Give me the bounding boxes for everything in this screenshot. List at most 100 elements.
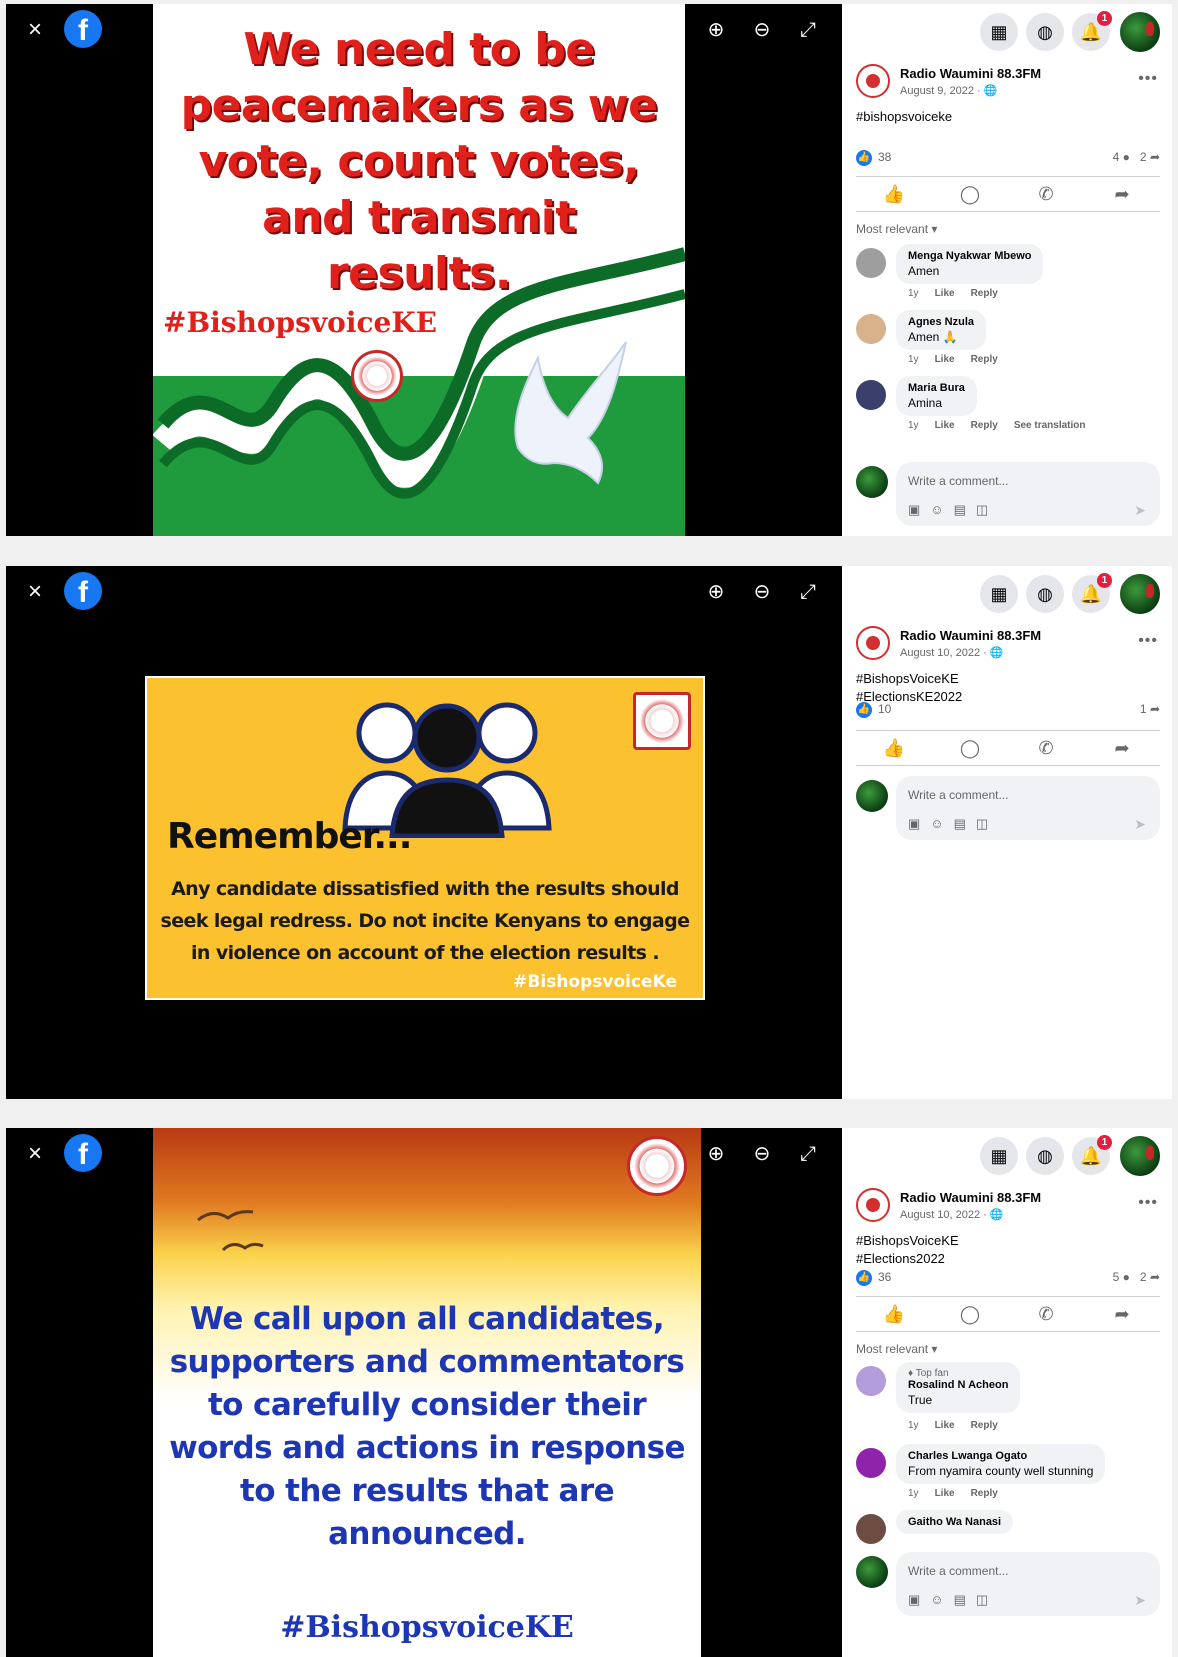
comment-time[interactable]: 1y (908, 420, 919, 431)
send-icon[interactable]: ➤ (1134, 1592, 1146, 1609)
like-icon[interactable]: 👍 (874, 1304, 914, 1325)
comment-time[interactable]: 1y (908, 1420, 919, 1431)
comment-time[interactable]: 1y (908, 354, 919, 365)
comment-sort[interactable]: Most relevant ▾ (856, 222, 937, 236)
my-avatar[interactable] (856, 466, 888, 498)
comment-reply-button[interactable]: Reply (971, 420, 998, 431)
comment-count[interactable]: 5 (1113, 1270, 1120, 1284)
sticker-icon[interactable]: ◫ (976, 1592, 988, 1608)
comment-input[interactable]: Write a comment... ▣ ☺ ▤ ◫ ➤ (896, 776, 1160, 840)
more-options-icon[interactable]: ••• (1138, 1194, 1158, 1212)
zoom-in-icon[interactable]: ⊕ (702, 18, 730, 42)
close-icon[interactable]: × (28, 580, 42, 604)
close-icon[interactable]: × (28, 18, 42, 42)
zoom-in-icon[interactable]: ⊕ (702, 580, 730, 604)
more-options-icon[interactable]: ••• (1138, 632, 1158, 650)
comment-like-button[interactable]: Like (935, 288, 955, 299)
send-icon[interactable]: ➤ (1134, 816, 1146, 833)
more-options-icon[interactable]: ••• (1138, 70, 1158, 88)
my-avatar[interactable] (856, 780, 888, 812)
comment-reply-button[interactable]: Reply (971, 1420, 998, 1431)
commenter-name[interactable]: Maria Bura (908, 382, 965, 394)
comment-like-button[interactable]: Like (935, 354, 955, 365)
comment-time[interactable]: 1y (908, 288, 919, 299)
commenter-avatar[interactable] (856, 380, 886, 410)
comment-input[interactable]: Write a comment... ▣ ☺ ▤ ◫ ➤ (896, 1552, 1160, 1616)
fullscreen-icon[interactable]: ⤢ (794, 580, 822, 604)
share-count[interactable]: 2 (1140, 150, 1147, 164)
avatar-sticker-icon[interactable]: ▣ (908, 1592, 920, 1608)
page-name[interactable]: Radio Waumini 88.3FM (900, 66, 1041, 81)
zoom-in-icon[interactable]: ⊕ (702, 1142, 730, 1166)
caption-hashtag[interactable]: #Elections2022 (856, 1250, 959, 1268)
commenter-name[interactable]: Menga Nyakwar Mbewo (908, 250, 1031, 262)
like-icon[interactable]: 👍 (874, 738, 914, 759)
page-avatar[interactable] (856, 626, 890, 660)
bell-icon[interactable]: 🔔 1 (1072, 1135, 1112, 1175)
send-icon[interactable]: ➤ (1134, 502, 1146, 519)
share-icon[interactable]: ➦ (1102, 184, 1142, 205)
post-date[interactable]: August 9, 2022 · 🌐 (900, 84, 997, 97)
facebook-logo-icon[interactable]: f (64, 572, 102, 610)
commenter-name[interactable]: Rosalind N Acheon (908, 1379, 1008, 1391)
account-avatar[interactable] (1118, 10, 1162, 54)
like-count[interactable]: 38 (878, 150, 891, 164)
menu-grid-icon[interactable]: ▦ (980, 1137, 1018, 1175)
gif-icon[interactable]: ▤ (954, 816, 966, 832)
menu-grid-icon[interactable]: ▦ (980, 575, 1018, 613)
bell-icon[interactable]: 🔔 1 (1072, 573, 1112, 613)
commenter-name[interactable]: Agnes Nzula (908, 316, 974, 328)
page-avatar[interactable] (856, 64, 890, 98)
sticker-icon[interactable]: ◫ (976, 816, 988, 832)
like-icon[interactable]: 👍 (874, 184, 914, 205)
comment-reply-button[interactable]: Reply (971, 354, 998, 365)
caption-hashtag[interactable]: #BishopsVoiceKE (856, 1232, 959, 1250)
commenter-avatar[interactable] (856, 1514, 886, 1544)
page-avatar[interactable] (856, 1188, 890, 1222)
sticker-icon[interactable]: ◫ (976, 502, 988, 518)
comment-time[interactable]: 1y (908, 1488, 919, 1499)
commenter-name[interactable]: Gaitho Wa Nanasi (908, 1516, 1001, 1528)
comment-icon[interactable]: ◯ (950, 1304, 990, 1325)
messenger-icon[interactable]: ◍ (1026, 575, 1064, 613)
like-count[interactable]: 36 (878, 1270, 891, 1284)
like-count[interactable]: 10 (878, 702, 891, 716)
account-avatar[interactable] (1118, 1134, 1162, 1178)
share-count[interactable]: 2 (1140, 1270, 1147, 1284)
zoom-out-icon[interactable]: ⊖ (748, 1142, 776, 1166)
zoom-out-icon[interactable]: ⊖ (748, 18, 776, 42)
commenter-avatar[interactable] (856, 314, 886, 344)
share-icon[interactable]: ➦ (1102, 1304, 1142, 1325)
whatsapp-icon[interactable]: ✆ (1026, 1304, 1066, 1325)
menu-grid-icon[interactable]: ▦ (980, 13, 1018, 51)
comment-reply-button[interactable]: Reply (971, 1488, 998, 1499)
messenger-icon[interactable]: ◍ (1026, 1137, 1064, 1175)
share-icon[interactable]: ➦ (1102, 738, 1142, 759)
avatar-sticker-icon[interactable]: ▣ (908, 816, 920, 832)
facebook-logo-icon[interactable]: f (64, 10, 102, 48)
post-date[interactable]: August 10, 2022 · 🌐 (900, 646, 1004, 659)
whatsapp-icon[interactable]: ✆ (1026, 184, 1066, 205)
fullscreen-icon[interactable]: ⤢ (794, 18, 822, 42)
comment-icon[interactable]: ◯ (950, 184, 990, 205)
facebook-logo-icon[interactable]: f (64, 1134, 102, 1172)
comment-reply-button[interactable]: Reply (971, 288, 998, 299)
messenger-icon[interactable]: ◍ (1026, 13, 1064, 51)
close-icon[interactable]: × (28, 1142, 42, 1166)
comment-sort[interactable]: Most relevant ▾ (856, 1342, 937, 1356)
commenter-name[interactable]: Charles Lwanga Ogato (908, 1450, 1093, 1462)
fullscreen-icon[interactable]: ⤢ (794, 1142, 822, 1166)
account-avatar[interactable] (1118, 572, 1162, 616)
page-name[interactable]: Radio Waumini 88.3FM (900, 628, 1041, 643)
see-translation-link[interactable]: See translation (1014, 420, 1086, 431)
bell-icon[interactable]: 🔔 1 (1072, 11, 1112, 51)
zoom-out-icon[interactable]: ⊖ (748, 580, 776, 604)
whatsapp-icon[interactable]: ✆ (1026, 738, 1066, 759)
commenter-avatar[interactable] (856, 248, 886, 278)
share-count[interactable]: 1 (1140, 702, 1147, 716)
emoji-icon[interactable]: ☺ (930, 1592, 943, 1608)
gif-icon[interactable]: ▤ (954, 502, 966, 518)
page-name[interactable]: Radio Waumini 88.3FM (900, 1190, 1041, 1205)
comment-count[interactable]: 4 (1113, 150, 1120, 164)
gif-icon[interactable]: ▤ (954, 1592, 966, 1608)
